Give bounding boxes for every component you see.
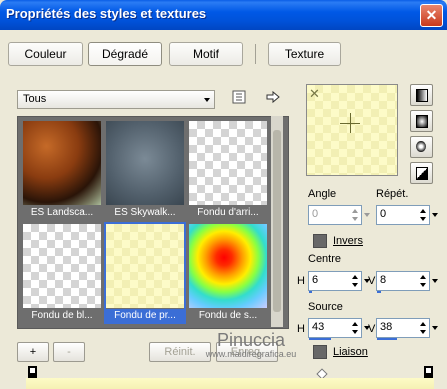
gallery-item-caption: Fondu d'arri... [188,206,268,220]
link-label-text: Liaison [333,346,368,358]
repeat-label: Répét. [376,188,409,200]
add-button[interactable]: + [17,342,49,362]
tab-texture[interactable]: Texture [268,42,341,66]
angle-label: Angle [308,188,337,200]
gradient-editor-bar[interactable] [26,378,434,389]
remove-button[interactable]: - [53,342,85,362]
gallery-item-caption: ES Landsca... [22,206,102,220]
tab-bar: Couleur Dégradé Motif Texture [0,30,447,76]
window-title: Propriétés des styles et textures [6,6,207,21]
repeat-spinner[interactable]: 0 [376,205,430,225]
gallery-item[interactable]: Fondu de bl... [22,223,102,323]
rectangular-style-button[interactable] [410,110,433,132]
source-label: Source [308,301,343,313]
radial-style-button[interactable] [410,162,433,184]
blue-grey-gradient-icon [106,121,184,205]
source-h-spinner[interactable]: 43 [308,318,362,340]
source-h-value: 43 [312,321,325,333]
category-dropdown[interactable]: Tous [17,90,215,109]
sunburst-style-button[interactable] [410,136,433,158]
spin-arrows-icon[interactable] [351,273,360,289]
watermark-name: Pinuccia [216,330,286,350]
sunburst-gradient-icon [416,141,426,152]
repeat-value: 0 [380,208,387,220]
spectrum-radial-icon [189,224,267,308]
gallery-item-selected[interactable]: Fondu de pr... [104,222,186,324]
link-label: Liaison [333,346,368,358]
gallery-item[interactable]: ES Landsca... [22,120,102,220]
yellow-fade-icon [106,224,184,308]
linear-style-button[interactable] [410,84,433,106]
chevron-down-icon[interactable] [432,213,438,217]
source-v-label: V [368,323,376,335]
invert-checkbox[interactable] [313,234,327,248]
invert-label-text: Invers [333,235,363,247]
gallery-item[interactable]: ES Skywalk... [105,120,185,220]
category-value: Tous [23,93,47,105]
center-v-slider-fill [377,291,382,293]
spin-arrows-icon[interactable] [419,320,428,336]
tab-degrade[interactable]: Dégradé [88,42,162,66]
grey-transparent-fade-icon [23,224,101,308]
source-v-value: 38 [380,321,393,333]
gallery-item-caption: ES Skywalk... [105,206,185,220]
watermark: Pinuccia www.maidiregrafica.eu [196,331,306,359]
gallery-item-caption: Fondu de pr... [105,309,185,323]
gradient-stop-start[interactable] [28,366,37,378]
library-options-icon[interactable] [232,90,246,104]
center-h-value: 6 [312,274,319,286]
gallery-item-caption: Fondu de s... [188,309,268,323]
chevron-down-icon[interactable] [432,326,438,330]
close-button[interactable]: ✕ [420,4,443,27]
tab-couleur[interactable]: Couleur [8,42,83,66]
spin-arrows-icon[interactable] [351,320,360,336]
source-v-spinner[interactable]: 38 [376,318,430,340]
linear-gradient-icon [416,89,428,102]
chevron-down-icon[interactable] [432,279,438,283]
gallery-scrollbar[interactable] [271,116,283,327]
gallery-item[interactable]: Fondu de s... [188,223,268,323]
center-h-label: H [297,275,305,287]
spin-arrows-icon[interactable] [351,207,360,223]
gradient-preview[interactable]: ✕ [306,84,398,176]
invert-label: Invers [333,235,363,247]
close-icon: ✕ [425,7,438,23]
center-h-slider-fill [309,291,313,293]
center-marker-icon[interactable]: ✕ [309,86,320,102]
transparent-fade-icon [189,121,267,205]
watermark-url: www.maidiregrafica.eu [205,349,297,359]
center-v-value: 8 [380,274,387,286]
tab-separator [255,44,256,64]
angle-spinner[interactable]: 0 [308,205,362,225]
title-bar[interactable]: Propriétés des styles et textures ✕ [0,0,447,30]
scrollbar-thumb[interactable] [273,130,281,312]
center-label: Centre [308,253,342,265]
rectangular-gradient-icon [416,115,428,128]
crosshair-icon [350,113,351,133]
source-h-slider-fill [309,338,332,340]
dark-sphere-gradient-icon [23,121,101,205]
arrow-right-icon[interactable] [266,90,280,104]
spin-arrows-icon[interactable] [419,273,428,289]
gallery-item[interactable]: Fondu d'arri... [188,120,268,220]
radial-gradient-icon [416,167,428,180]
chevron-down-icon[interactable] [364,213,370,217]
spin-arrows-icon[interactable] [419,207,428,223]
center-h-spinner[interactable]: 6 [308,271,362,293]
gallery-item-caption: Fondu de bl... [22,309,102,323]
link-checkbox[interactable] [313,345,327,359]
chevron-down-icon [204,98,210,102]
gradient-gallery: ES Landsca... ES Skywalk... Fondu d'arri… [17,116,289,329]
gradient-stop-end[interactable] [424,366,433,378]
tab-motif[interactable]: Motif [169,42,243,66]
source-v-slider-fill [377,338,397,340]
center-v-label: V [368,275,376,287]
center-v-spinner[interactable]: 8 [376,271,430,293]
angle-value: 0 [312,208,319,220]
